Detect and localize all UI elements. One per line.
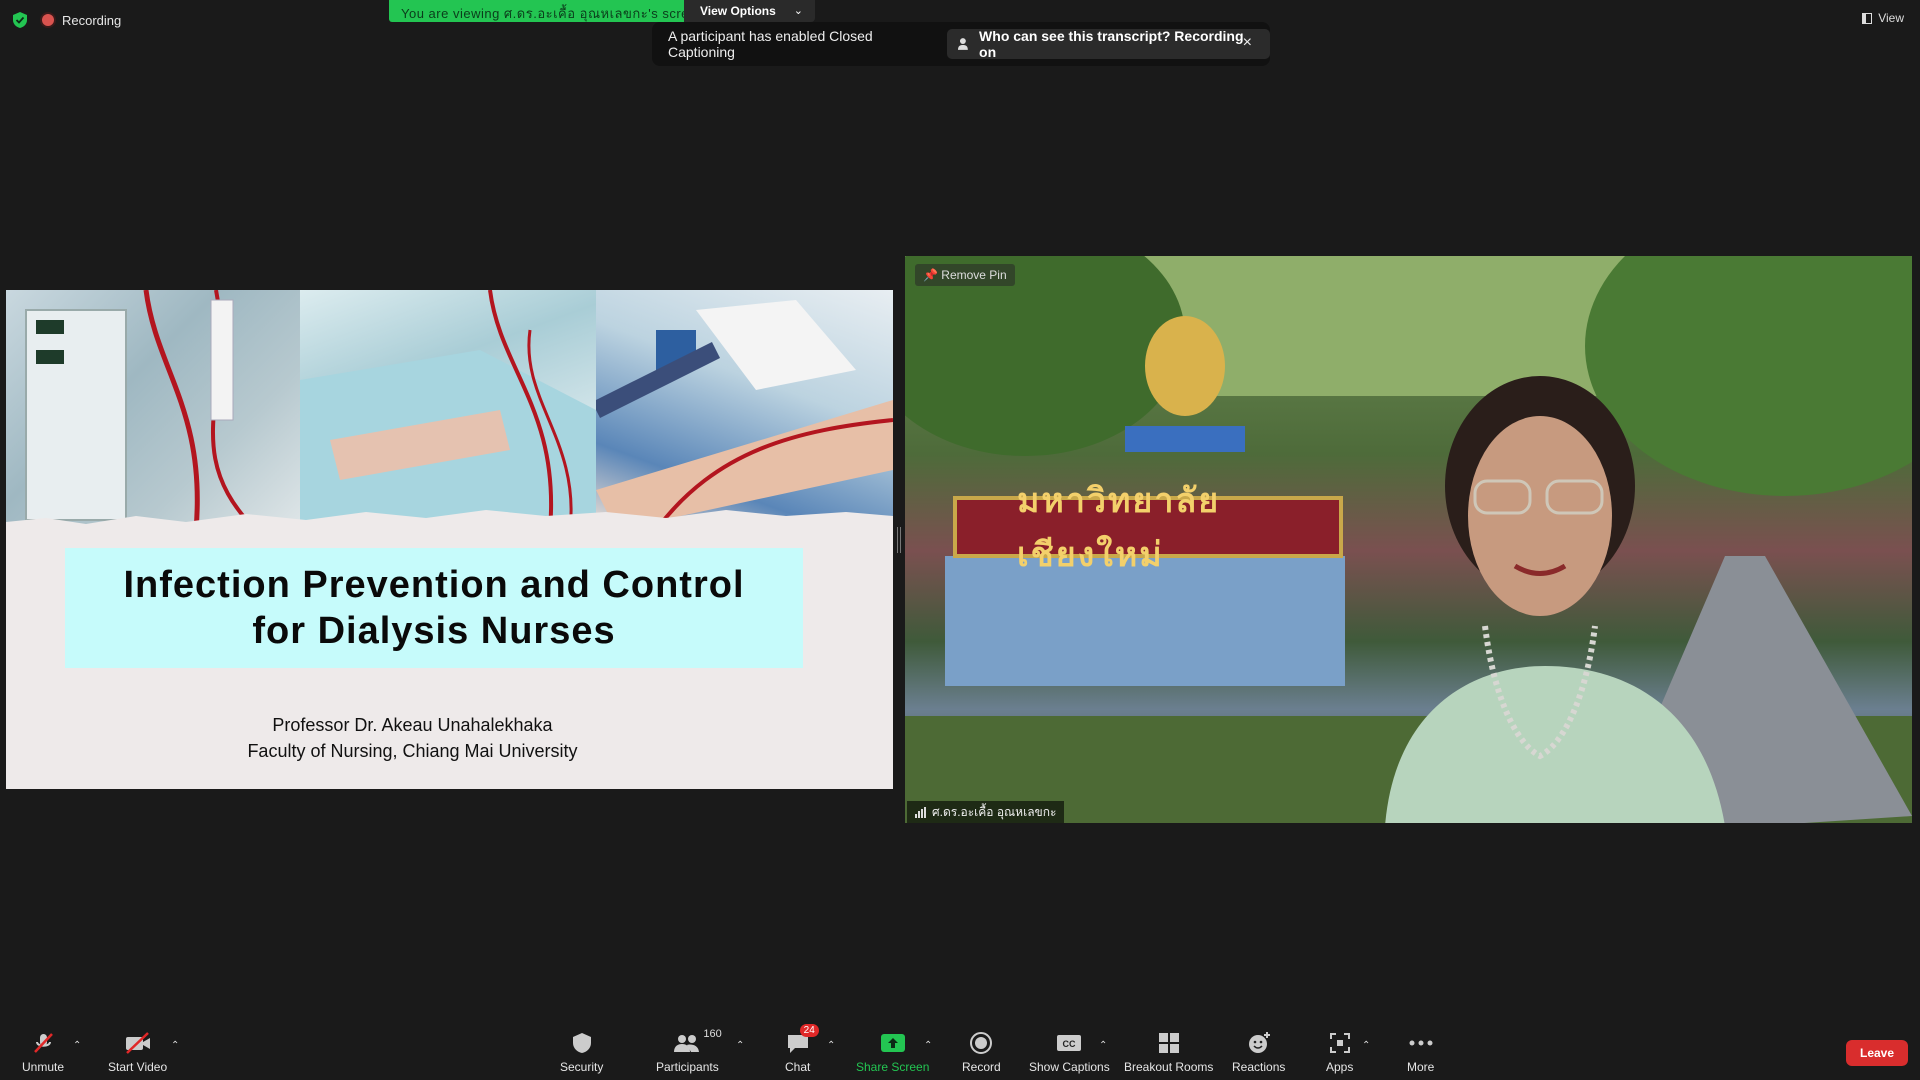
show-captions-button[interactable]: CC Show Captions [1029, 1030, 1110, 1074]
chat-unread-badge: 24 [799, 1024, 819, 1037]
view-options-label: View Options [700, 4, 776, 18]
participants-chevron-icon[interactable]: ⌃ [736, 1040, 744, 1051]
chat-button[interactable]: 24 Chat [785, 1024, 819, 1074]
recording-indicator: Recording [12, 11, 121, 29]
split-view-drag-handle[interactable] [897, 527, 901, 553]
shield-check-icon[interactable] [12, 11, 28, 29]
chat-chevron-icon[interactable]: ⌃ [827, 1040, 835, 1051]
remove-pin-label: Remove Pin [941, 268, 1007, 282]
participants-icon: 160 [673, 1028, 722, 1056]
transcript-info-link[interactable]: Who can see this transcript? Recording o… [947, 28, 1270, 60]
recording-label: Recording [62, 12, 122, 28]
apps-button[interactable]: Apps [1326, 1030, 1353, 1074]
speaker-figure [1385, 376, 1725, 823]
apps-icon [1329, 1030, 1351, 1056]
slide-title-line1: Infection Prevention and Control [123, 564, 745, 606]
chevron-down-icon: ⌄ [793, 5, 804, 17]
smiley-plus-icon [1247, 1030, 1271, 1056]
slide-title: Infection Prevention and Control for Dia… [123, 562, 744, 654]
view-layout-icon [1862, 12, 1873, 24]
transcript-link-text: Who can see this transcript? Recording o… [979, 28, 1244, 60]
unmute-button[interactable]: Unmute [22, 1030, 64, 1074]
start-video-label: Start Video [108, 1060, 168, 1074]
speaker-video: มหาวิทยาลัยเชียงใหม่ 📌 Remove Pin ศ.ดร.อ… [905, 256, 1912, 823]
more-dots-icon [1409, 1030, 1433, 1056]
captions-chevron-icon[interactable]: ⌃ [1099, 1040, 1107, 1051]
recording-dot-icon [42, 14, 54, 26]
patient-dialysis-photo [300, 290, 596, 530]
security-shield-icon [572, 1030, 592, 1056]
audio-options-chevron-icon[interactable]: ⌃ [73, 1040, 81, 1051]
shared-screen-slide: Infection Prevention and Control for Dia… [6, 290, 893, 789]
leave-button[interactable]: Leave [1846, 1040, 1908, 1066]
unmute-label: Unmute [22, 1060, 65, 1074]
participants-label: Participants [656, 1060, 719, 1074]
signal-strength-icon [915, 806, 926, 818]
view-label: View [1878, 11, 1904, 25]
participant-name-tag: ศ.ดร.อะเคื้อ อุณหเลขกะ [907, 801, 1065, 823]
svg-text:CC: CC [1063, 1039, 1076, 1049]
close-icon[interactable]: × [1243, 34, 1252, 52]
muted-microphone-icon [31, 1030, 55, 1056]
security-label: Security [560, 1060, 604, 1074]
slide-author: Professor Dr. Akeau Unahalekhaka [272, 715, 553, 735]
viewing-screen-banner: You are viewing ศ.ดร.อะเคื้อ อุณหเลขกะ's… [389, 0, 717, 22]
record-icon [969, 1030, 993, 1056]
person-info-icon [958, 38, 969, 50]
toast-message: A participant has enabled Closed Caption… [668, 28, 873, 60]
slide-photo-strip [6, 290, 893, 530]
slide-title-box: Infection Prevention and Control for Dia… [65, 548, 803, 668]
university-sign: มหาวิทยาลัยเชียงใหม่ [953, 482, 1343, 574]
more-label: More [1407, 1060, 1435, 1074]
slide-title-line2: for Dialysis Nurses [252, 610, 616, 652]
start-video-button[interactable]: Start Video [108, 1030, 167, 1074]
participants-count: 160 [703, 1028, 722, 1040]
share-screen-icon [880, 1030, 906, 1056]
record-button[interactable]: Record [962, 1030, 1001, 1074]
share-screen-button[interactable]: Share Screen [856, 1030, 929, 1074]
video-off-icon [124, 1030, 152, 1056]
slide-author-block: Professor Dr. Akeau Unahalekhaka Faculty… [6, 712, 819, 764]
breakout-rooms-icon [1158, 1030, 1180, 1056]
reactions-button[interactable]: Reactions [1232, 1030, 1285, 1074]
breakout-rooms-button[interactable]: Breakout Rooms [1124, 1030, 1213, 1074]
pin-icon: 📌 [923, 268, 942, 282]
video-options-chevron-icon[interactable]: ⌃ [171, 1040, 179, 1051]
dialysis-machine-photo [6, 290, 300, 530]
share-screen-chevron-icon[interactable]: ⌃ [924, 1040, 932, 1051]
breakout-rooms-label: Breakout Rooms [1124, 1060, 1214, 1074]
view-button[interactable]: View [1862, 11, 1904, 25]
meeting-toolbar: Unmute ⌃ Start Video ⌃ Security 160 Part… [0, 1022, 1920, 1080]
more-button[interactable]: More [1407, 1030, 1434, 1074]
security-button[interactable]: Security [560, 1030, 603, 1074]
participant-name: ศ.ดร.อะเคื้อ อุณหเลขกะ [932, 804, 1057, 819]
share-screen-label: Share Screen [856, 1060, 930, 1074]
closed-captioning-toast: A participant has enabled Closed Caption… [652, 22, 1270, 66]
show-captions-label: Show Captions [1029, 1060, 1110, 1074]
chat-icon: 24 [786, 1024, 819, 1056]
arm-cannulation-photo [596, 290, 893, 530]
participants-button[interactable]: 160 Participants [656, 1028, 722, 1074]
reactions-label: Reactions [1232, 1060, 1286, 1074]
remove-pin-button[interactable]: 📌 Remove Pin [915, 264, 1015, 286]
apps-label: Apps [1326, 1060, 1354, 1074]
slide-affiliation: Faculty of Nursing, Chiang Mai Universit… [247, 741, 578, 761]
apps-chevron-icon[interactable]: ⌃ [1362, 1040, 1370, 1051]
torn-paper-edge [6, 510, 893, 542]
record-label: Record [962, 1060, 1001, 1074]
view-options-button[interactable]: View Options ⌄ [684, 0, 816, 22]
chat-label: Chat [785, 1060, 811, 1074]
closed-captions-icon: CC [1056, 1030, 1082, 1056]
